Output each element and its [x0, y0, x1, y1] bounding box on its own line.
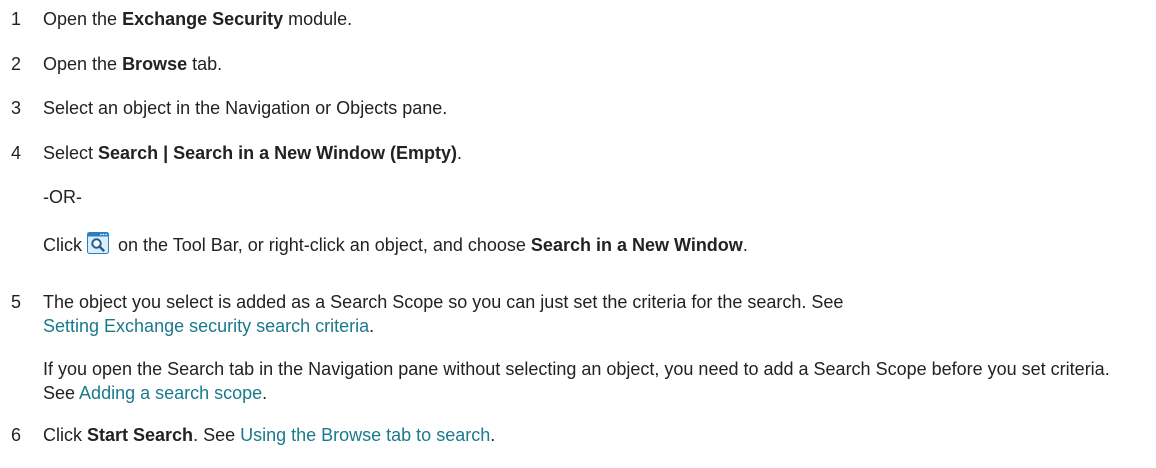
step-text: The object you select is added as a Sear…	[43, 292, 844, 336]
or-separator: -OR-	[43, 187, 82, 207]
button-name: Start Search	[87, 425, 194, 445]
step-text: Select Search | Search in a New Window (…	[43, 143, 463, 163]
tab-name: Browse	[122, 54, 188, 74]
step-text: Click Start Search. See Using the Browse…	[43, 425, 496, 445]
step-text: Select an object in the Navigation or Ob…	[43, 98, 448, 118]
step-number: 6	[11, 425, 22, 445]
link-adding-search-scope[interactable]: Adding a search scope	[79, 383, 262, 403]
command-name: Search in a New Window	[530, 235, 743, 255]
procedure: 1 Open the Exchange Security module. 2 O…	[0, 0, 1156, 468]
search-window-icon	[87, 232, 109, 254]
step-number: 3	[11, 98, 22, 118]
step-number: 2	[11, 54, 22, 74]
menu-path: Search | Search in a New Window (Empty)	[98, 143, 457, 163]
link-using-browse-tab[interactable]: Using the Browse tab to search	[240, 425, 490, 445]
note-paragraph: If you open the Search tab in the Naviga…	[43, 359, 1110, 403]
step-number: 5	[11, 292, 22, 312]
step-text: Open the Exchange Security module.	[43, 9, 353, 29]
click-instruction: Click on the Tool Bar, or right-click an…	[43, 232, 748, 257]
module-name: Exchange Security	[122, 9, 284, 29]
step-text: Open the Browse tab.	[43, 54, 223, 74]
step-number: 4	[11, 143, 22, 163]
link-setting-search-criteria[interactable]: Setting Exchange security search criteri…	[43, 316, 369, 336]
step-number: 1	[11, 9, 22, 29]
